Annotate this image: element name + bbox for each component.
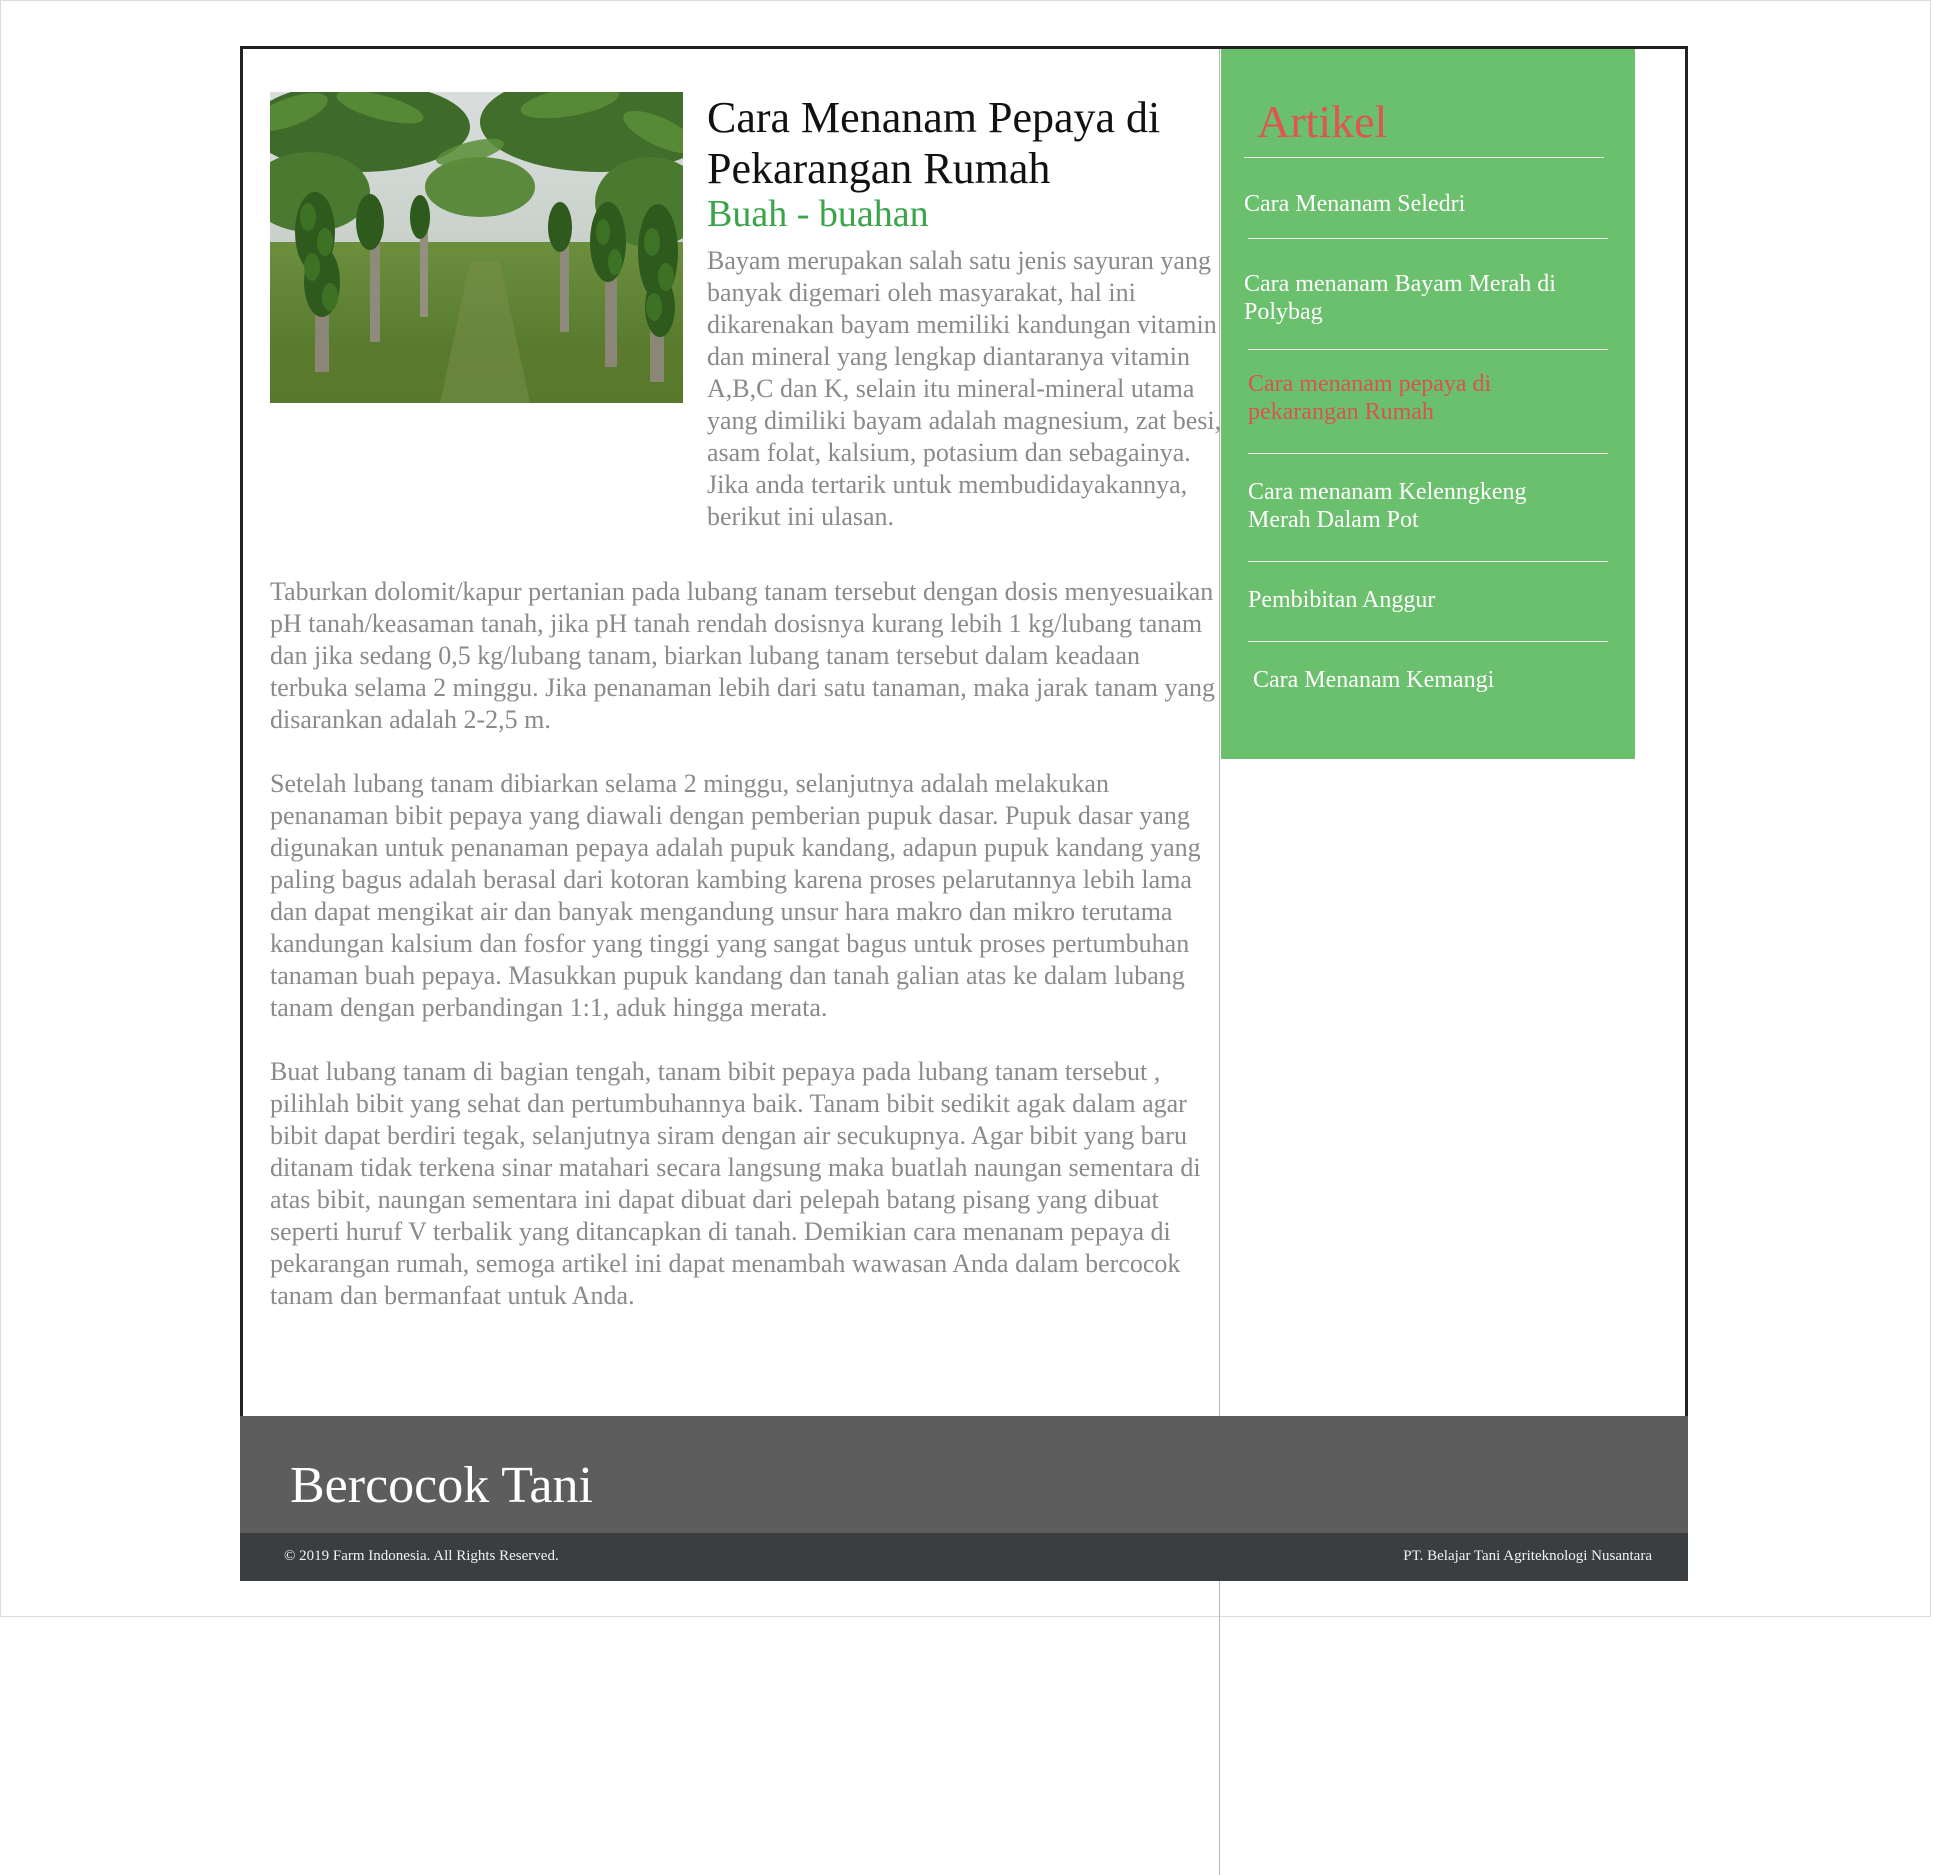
sidebar-divider bbox=[1248, 561, 1608, 562]
article-paragraph: Setelah lubang tanam dibiarkan selama 2 … bbox=[270, 769, 1201, 1022]
sidebar-item-pepaya[interactable]: Cara menanam pepaya di pekarangan Rumah bbox=[1248, 370, 1548, 426]
footer-bar: © 2019 Farm Indonesia. All Rights Reserv… bbox=[240, 1533, 1688, 1581]
sidebar-item-anggur[interactable]: Pembibitan Anggur bbox=[1248, 586, 1608, 614]
article-title: Cara Menanam Pepaya di Pekarangan Rumah bbox=[707, 93, 1161, 193]
sidebar: Artikel Cara Menanam Seledri Cara menana… bbox=[1221, 49, 1635, 759]
article-paragraph: Buat lubang tanam di bagian tengah, tana… bbox=[270, 1057, 1201, 1310]
sidebar-divider bbox=[1248, 641, 1608, 642]
company-name: PT. Belajar Tani Agriteknologi Nusantara bbox=[1403, 1548, 1652, 1564]
article-thumbnail bbox=[270, 92, 683, 403]
sidebar-item-kelengkeng[interactable]: Cara menanam Kelenngkeng Merah Dalam Pot bbox=[1248, 478, 1568, 534]
article-intro: Bayam merupakan salah satu jenis sayuran… bbox=[707, 246, 1222, 531]
footer-band: Bercocok Tani bbox=[240, 1416, 1688, 1533]
sidebar-item-bayam-merah[interactable]: Cara menanam Bayam Merah di Polybag bbox=[1244, 270, 1614, 326]
sidebar-divider bbox=[1248, 238, 1608, 239]
sidebar-item-kemangi[interactable]: Cara Menanam Kemangi bbox=[1253, 666, 1613, 694]
article-category: Buah - buahan bbox=[707, 193, 929, 235]
sidebar-title: Artikel bbox=[1257, 96, 1388, 147]
sidebar-item-seledri[interactable]: Cara Menanam Seledri bbox=[1244, 190, 1614, 218]
article-paragraph: Taburkan dolomit/kapur pertanian pada lu… bbox=[270, 577, 1216, 734]
sidebar-divider bbox=[1248, 349, 1608, 350]
sidebar-divider bbox=[1248, 453, 1608, 454]
papaya-plantation-image bbox=[270, 92, 683, 403]
sidebar-divider bbox=[1244, 157, 1604, 158]
footer-brand: Bercocok Tani bbox=[290, 1457, 593, 1514]
article-body: Taburkan dolomit/kapur pertanian pada lu… bbox=[270, 576, 1220, 1344]
copyright-text: © 2019 Farm Indonesia. All Rights Reserv… bbox=[284, 1548, 559, 1564]
